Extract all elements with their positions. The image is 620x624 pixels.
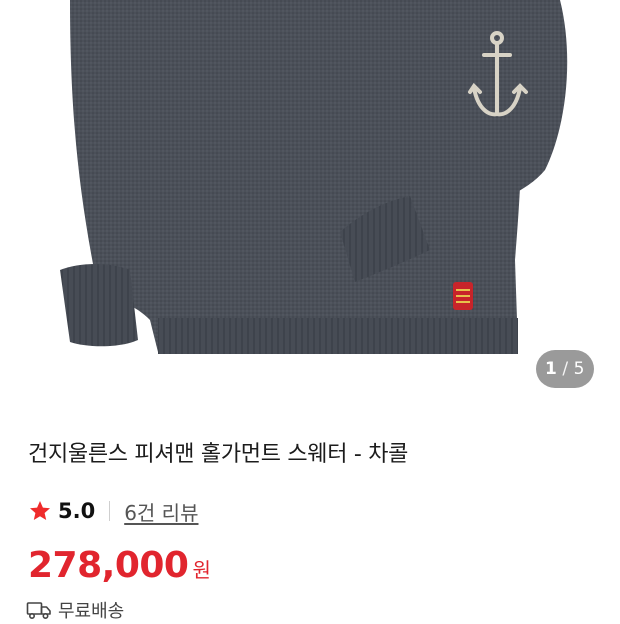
- image-counter-total: 5: [573, 359, 585, 379]
- shipping-row: 무료배송: [26, 597, 124, 623]
- rating-divider: [109, 501, 111, 521]
- rating-row: 5.0 6건 리뷰: [28, 496, 199, 526]
- reviews-link[interactable]: 6건 리뷰: [124, 497, 198, 526]
- image-counter: 1 / 5: [536, 350, 594, 388]
- star-icon: [28, 499, 52, 523]
- product-image: [60, 0, 568, 354]
- rating-score: 5.0: [58, 499, 96, 523]
- price-row: 278,000 원: [28, 545, 211, 586]
- product-info: 건지울른스 피셔맨 홀가먼트 스웨터 - 차콜: [28, 440, 600, 470]
- shipping-label: 무료배송: [58, 601, 125, 622]
- truck-icon: [26, 600, 52, 620]
- image-counter-separator: /: [562, 359, 569, 379]
- product-title: 건지울른스 피셔맨 홀가먼트 스웨터 - 차콜: [28, 442, 409, 467]
- image-counter-current: 1: [545, 359, 558, 379]
- price-value: 278,000: [28, 545, 189, 586]
- product-image-carousel[interactable]: 1 / 5: [0, 0, 620, 405]
- price-currency: 원: [192, 558, 211, 582]
